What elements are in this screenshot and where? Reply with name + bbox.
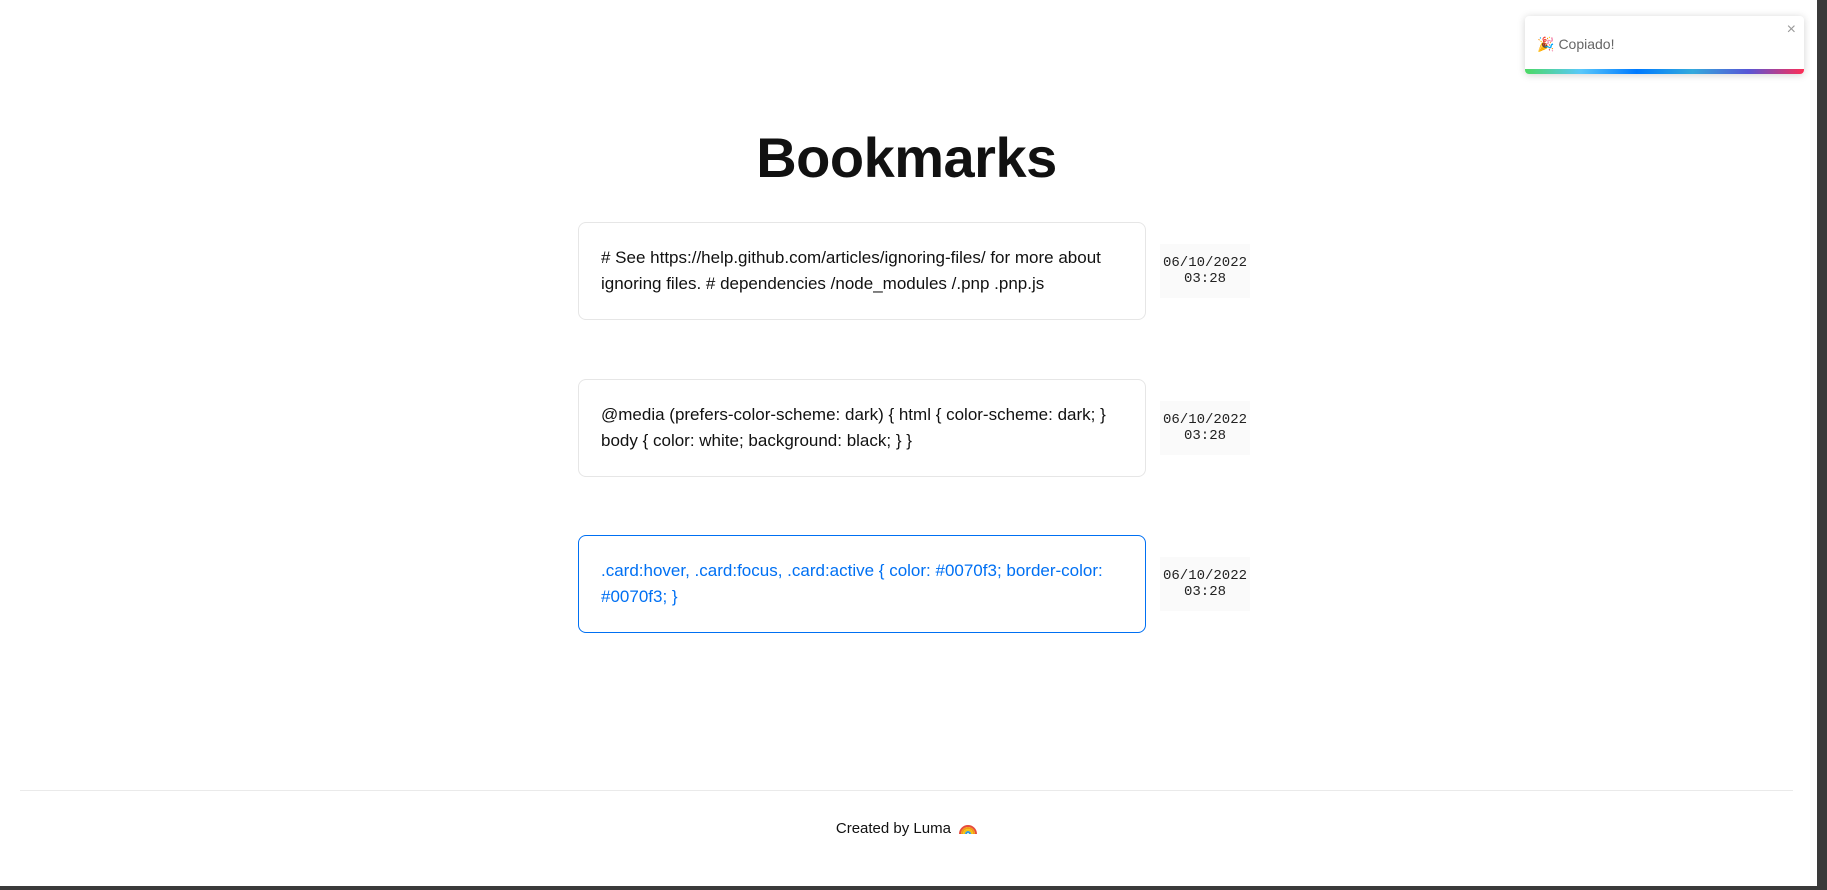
bookmark-text: .card:hover, .card:focus, .card:active {… [601, 561, 1103, 606]
bookmark-card[interactable]: # See https://help.github.com/articles/i… [578, 222, 1146, 320]
rainbow-icon [959, 825, 978, 834]
bookmark-time: 03:28 [1183, 584, 1226, 600]
party-popper-icon: 🎉 [1537, 36, 1555, 52]
bookmark-card[interactable]: @media (prefers-color-scheme: dark) { ht… [578, 379, 1146, 477]
bookmark-row: .card:hover, .card:focus, .card:active {… [578, 535, 1253, 635]
toast-message: Copiado! [1558, 36, 1615, 52]
window-edge [1817, 0, 1827, 890]
bookmark-date-badge: 06/10/2022 03:28 [1160, 557, 1250, 611]
bookmark-card-active[interactable]: .card:hover, .card:focus, .card:active {… [578, 535, 1146, 633]
close-icon[interactable]: × [1787, 22, 1796, 38]
bookmark-date-badge: 06/10/2022 03:28 [1160, 244, 1250, 298]
page: Bookmarks # See https://help.github.com/… [0, 0, 1827, 890]
toast-progress-bar [1525, 69, 1804, 74]
bookmark-date: 06/10/2022 [1162, 255, 1247, 271]
toast-content: 🎉 Copiado! [1537, 36, 1614, 53]
bookmark-row: @media (prefers-color-scheme: dark) { ht… [578, 379, 1253, 479]
bookmark-date: 06/10/2022 [1162, 568, 1247, 584]
toast-notification: 🎉 Copiado! × [1525, 16, 1804, 74]
footer-text: Created by Luma [835, 820, 951, 837]
bookmark-date: 06/10/2022 [1162, 412, 1247, 428]
bookmark-date-badge: 06/10/2022 03:28 [1160, 401, 1250, 455]
taskbar-edge [0, 886, 1827, 890]
bookmark-row: # See https://help.github.com/articles/i… [578, 222, 1253, 322]
bookmark-time: 03:28 [1183, 428, 1226, 444]
footer: Created by Luma [0, 820, 1813, 837]
bookmark-text: # See https://help.github.com/articles/i… [601, 248, 1101, 293]
footer-divider [20, 790, 1793, 791]
bookmark-time: 03:28 [1183, 271, 1226, 287]
bookmark-text: @media (prefers-color-scheme: dark) { ht… [601, 405, 1106, 450]
page-title: Bookmarks [756, 126, 1057, 189]
